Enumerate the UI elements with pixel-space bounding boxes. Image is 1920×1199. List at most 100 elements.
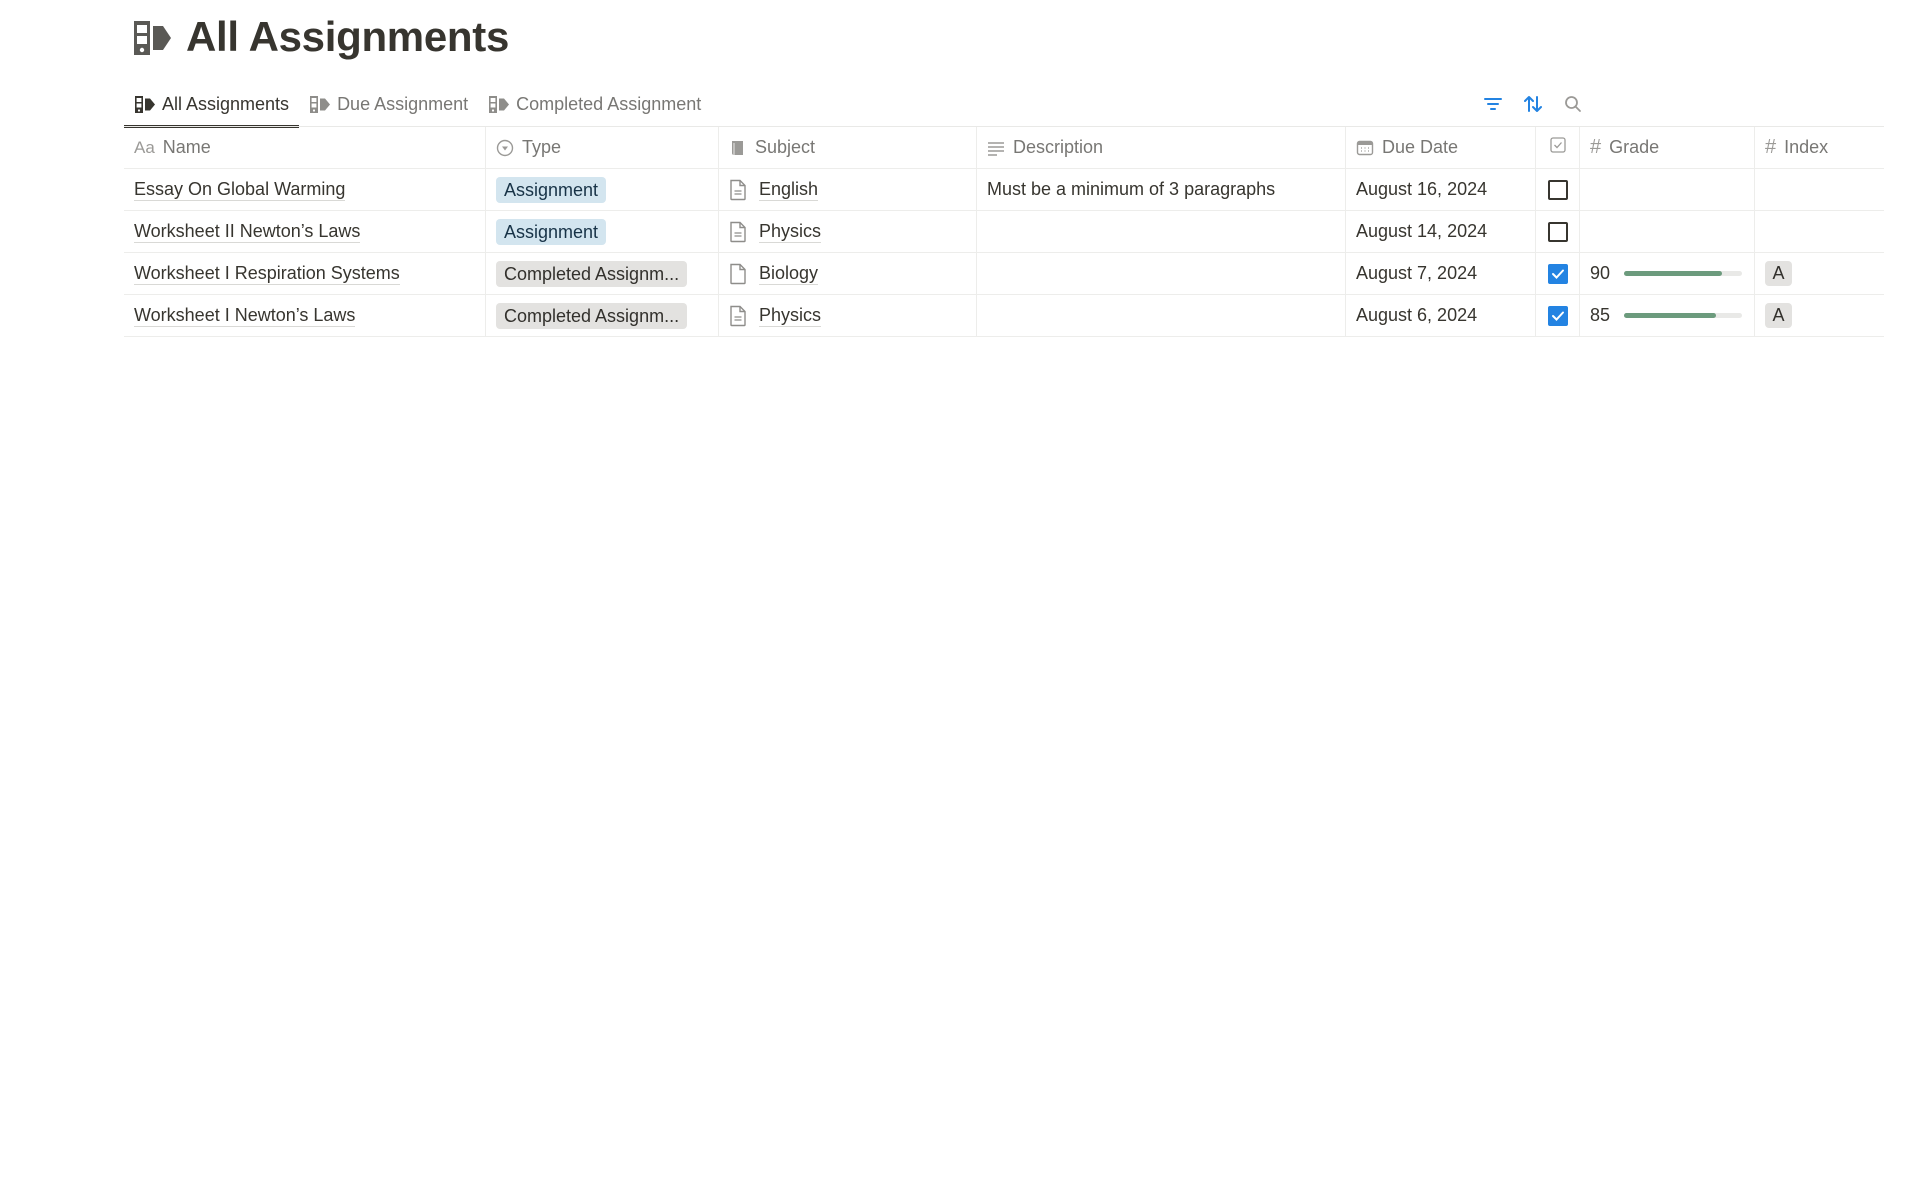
grade-value: 85 [1590,305,1611,325]
subject-link[interactable]: Physics [759,304,822,327]
cell-index[interactable] [1755,211,1884,252]
cell-index[interactable]: A [1755,253,1884,294]
cell-grade[interactable]: 85 [1580,295,1755,336]
view-tabs: All Assignments Due Assignment Completed A… [124,82,711,128]
number-icon: # [1765,136,1777,158]
grade-progress-fill [1624,313,1717,318]
cell-done [1536,169,1580,210]
done-checkbox[interactable] [1547,179,1568,200]
grade-value: 90 [1590,263,1611,283]
cell-due-date[interactable]: August 14, 2024 [1346,211,1536,252]
view-tabs-bar: All Assignments Due Assignment Completed A… [124,82,1884,128]
subject-link[interactable]: Biology [759,262,819,285]
description-text: Must be a minimum of 3 paragraphs [987,179,1276,199]
text-icon: Aa [134,137,155,157]
cell-grade[interactable] [1580,211,1755,252]
column-label: Type [522,137,562,157]
grade-progress-bar [1624,313,1742,318]
filter-icon[interactable] [1482,93,1504,115]
cell-type[interactable]: Assignment [486,169,719,210]
grade-progress-bar [1624,271,1742,276]
done-checkbox[interactable] [1547,305,1568,326]
cell-description[interactable] [977,253,1346,294]
subject-link[interactable]: English [759,178,819,201]
index-tag: A [1765,303,1792,328]
assignment-icon [309,94,331,114]
column-header-subject[interactable]: Subject [719,127,977,168]
cell-grade[interactable] [1580,169,1755,210]
subject-link[interactable]: Physics [759,220,822,243]
type-tag: Assignment [496,218,607,245]
assignments-table: Aa Name Type Subject Description Due Dat… [124,126,1884,337]
page-icon [729,178,751,202]
column-header-index[interactable]: # Index [1755,127,1884,168]
type-tag: Assignment [496,176,607,203]
cell-type[interactable]: Assignment [486,211,719,252]
column-label: Description [1013,137,1104,157]
sort-icon[interactable] [1522,93,1544,115]
index-tag: A [1765,261,1792,286]
cell-description[interactable]: Must be a minimum of 3 paragraphs [977,169,1346,210]
column-header-due-date[interactable]: Due Date [1346,127,1536,168]
cell-name[interactable]: Worksheet I Respiration Systems [124,253,486,294]
cell-due-date[interactable]: August 6, 2024 [1346,295,1536,336]
grade-progress-fill [1624,271,1722,276]
view-toolbar [1482,82,1884,126]
due-date-text: August 14, 2024 [1356,221,1488,241]
cell-due-date[interactable]: August 7, 2024 [1346,253,1536,294]
due-date-text: August 7, 2024 [1356,263,1478,283]
cell-name[interactable]: Worksheet II Newton’s Laws [124,211,486,252]
page-icon [729,262,751,286]
table-row[interactable]: Worksheet I Newton’s Laws Completed Assi… [124,295,1884,337]
search-icon[interactable] [1562,93,1584,115]
done-checkbox[interactable] [1547,263,1568,284]
assignment-icon [134,94,156,114]
column-header-description[interactable]: Description [977,127,1346,168]
assignment-name-link[interactable]: Essay On Global Warming [134,178,346,201]
cell-name[interactable]: Worksheet I Newton’s Laws [124,295,486,336]
cell-done [1536,295,1580,336]
column-header-done[interactable] [1536,127,1580,168]
checkbox-icon [1549,137,1566,158]
cell-grade[interactable]: 90 [1580,253,1755,294]
cell-done [1536,211,1580,252]
cell-index[interactable]: A [1755,295,1884,336]
cell-name[interactable]: Essay On Global Warming [124,169,486,210]
select-icon [496,139,514,157]
assignment-name-link[interactable]: Worksheet I Newton’s Laws [134,304,356,327]
table-row[interactable]: Worksheet I Respiration Systems Complete… [124,253,1884,295]
cell-type[interactable]: Completed Assignm... [486,295,719,336]
assignment-icon [132,17,172,57]
tab-due-assignment[interactable]: Due Assignment [299,82,478,126]
page-icon [729,304,751,328]
column-label: Name [162,137,211,157]
column-label: Grade [1609,137,1660,157]
assignment-name-link[interactable]: Worksheet II Newton’s Laws [134,220,361,243]
cell-due-date[interactable]: August 16, 2024 [1346,169,1536,210]
assignment-name-link[interactable]: Worksheet I Respiration Systems [134,262,400,285]
column-header-name[interactable]: Aa Name [124,127,486,168]
cell-subject[interactable]: Physics [719,295,977,336]
tab-label: Due Assignment [337,93,469,114]
done-checkbox[interactable] [1547,221,1568,242]
tab-all-assignments[interactable]: All Assignments [124,82,300,128]
calendar-icon [1356,139,1374,157]
tab-completed-assignment[interactable]: Completed Assignment [478,82,711,126]
cell-subject[interactable]: English [719,169,977,210]
column-label: Index [1784,137,1829,157]
cell-index[interactable] [1755,169,1884,210]
cell-subject[interactable]: Physics [719,211,977,252]
cell-description[interactable] [977,295,1346,336]
type-tag: Completed Assignm... [496,260,688,287]
page-title: All Assignments [186,13,510,60]
cell-description[interactable] [977,211,1346,252]
column-header-type[interactable]: Type [486,127,719,168]
cell-type[interactable]: Completed Assignm... [486,253,719,294]
cell-subject[interactable]: Biology [719,253,977,294]
table-header-row: Aa Name Type Subject Description Due Dat… [124,127,1884,169]
number-icon: # [1590,136,1602,158]
table-row[interactable]: Worksheet II Newton’s Laws Assignment Ph… [124,211,1884,253]
column-header-grade[interactable]: # Grade [1580,127,1755,168]
table-row[interactable]: Essay On Global Warming Assignment Engli… [124,169,1884,211]
text-lines-icon [987,139,1005,157]
